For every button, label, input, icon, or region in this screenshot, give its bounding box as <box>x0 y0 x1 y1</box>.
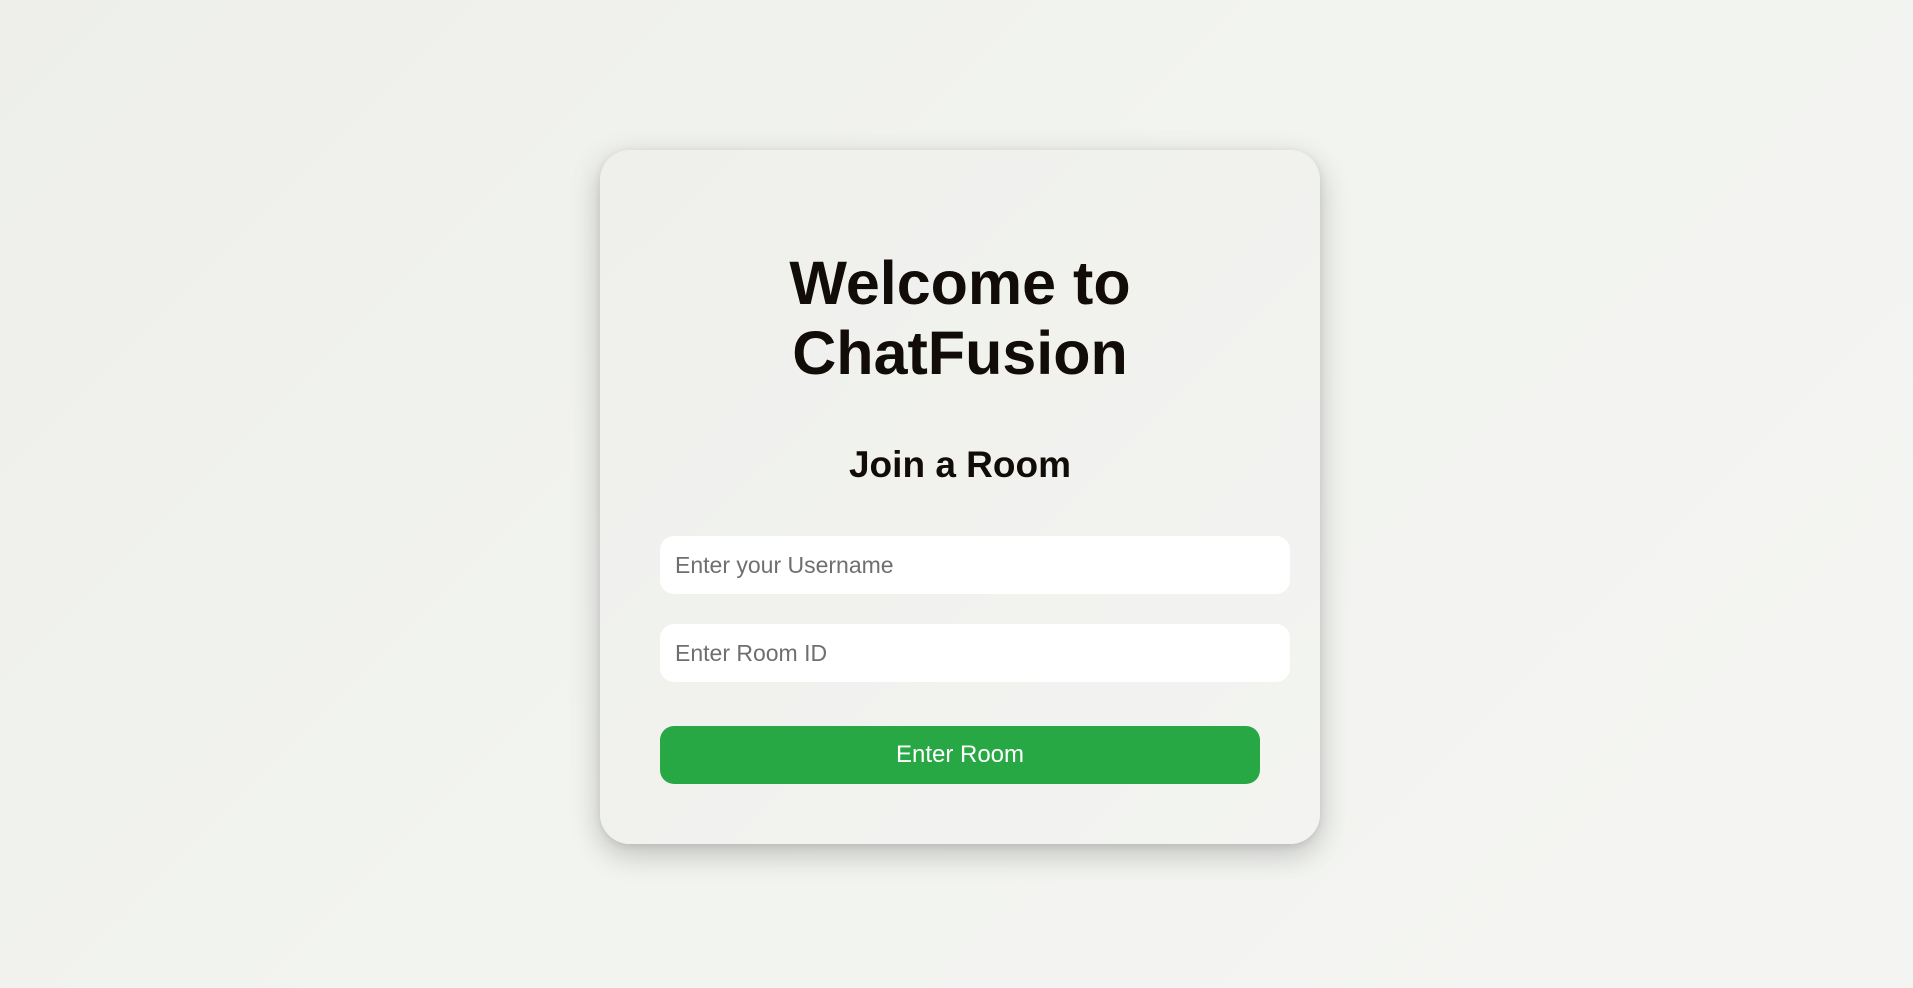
welcome-title-line-1: Welcome to <box>789 249 1131 317</box>
welcome-title: Welcome to ChatFusion <box>600 248 1320 388</box>
join-room-heading: Join a Room <box>848 444 1072 485</box>
username-input[interactable] <box>660 536 1290 594</box>
enter-room-button[interactable]: Enter Room <box>660 726 1260 784</box>
room-id-input[interactable] <box>660 624 1290 682</box>
join-room-card: Welcome to ChatFusion Join a Room Enter … <box>600 150 1320 844</box>
welcome-title-line-2: ChatFusion <box>792 319 1128 387</box>
